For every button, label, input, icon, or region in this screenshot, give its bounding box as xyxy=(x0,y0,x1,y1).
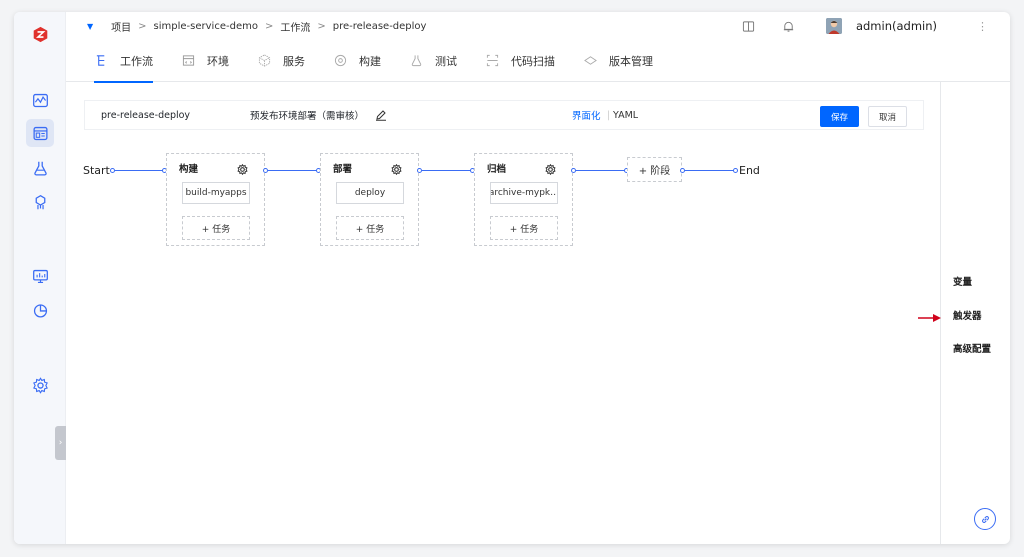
gear-icon[interactable] xyxy=(237,160,248,176)
add-stage-button[interactable]: + 阶段 xyxy=(627,157,682,182)
stage-card-build[interactable]: 构建 build-myapps + 任务 xyxy=(166,153,265,246)
stage-title: 归档 xyxy=(487,164,507,175)
stage-title: 构建 xyxy=(179,164,199,175)
connector-line xyxy=(685,170,735,171)
right-config-panel: 变量 触发器 高级配置 xyxy=(940,82,1010,544)
app-window: › ▼ 项目 > simple-service-demo > 工作流 > pre… xyxy=(14,12,1010,544)
settings-icon[interactable] xyxy=(26,371,54,399)
workflow-canvas: Start 构建 build-myapps + 任务 部署 deploy + 任… xyxy=(14,12,1010,312)
job-card[interactable]: build-myapps xyxy=(182,182,250,204)
stage-card-deploy[interactable]: 部署 deploy + 任务 xyxy=(320,153,419,246)
advanced-config-tab[interactable]: 高级配置 xyxy=(953,341,991,355)
stage-title: 部署 xyxy=(333,164,353,175)
add-task-button[interactable]: + 任务 xyxy=(336,216,404,240)
connector-dot xyxy=(733,168,738,173)
triggers-tab[interactable]: 触发器 xyxy=(953,308,982,322)
add-task-button[interactable]: + 任务 xyxy=(490,216,558,240)
connector-line xyxy=(576,170,626,171)
flow-end-label: End xyxy=(739,164,760,177)
connector-line xyxy=(422,170,472,171)
flow-start-label: Start xyxy=(83,164,110,177)
stage-card-archive[interactable]: 归档 archive-mypk… + 任务 xyxy=(474,153,573,246)
connector-line xyxy=(115,170,165,171)
connector-line xyxy=(268,170,318,171)
add-task-button[interactable]: + 任务 xyxy=(182,216,250,240)
variables-tab[interactable]: 变量 xyxy=(953,274,972,288)
gear-icon[interactable] xyxy=(545,160,556,176)
gear-icon[interactable] xyxy=(391,160,402,176)
job-card[interactable]: deploy xyxy=(336,182,404,204)
red-arrow-icon xyxy=(918,308,942,327)
job-card[interactable]: archive-mypk… xyxy=(490,182,558,204)
sidebar-collapse-handle[interactable]: › xyxy=(55,426,66,460)
link-icon[interactable] xyxy=(974,508,996,530)
